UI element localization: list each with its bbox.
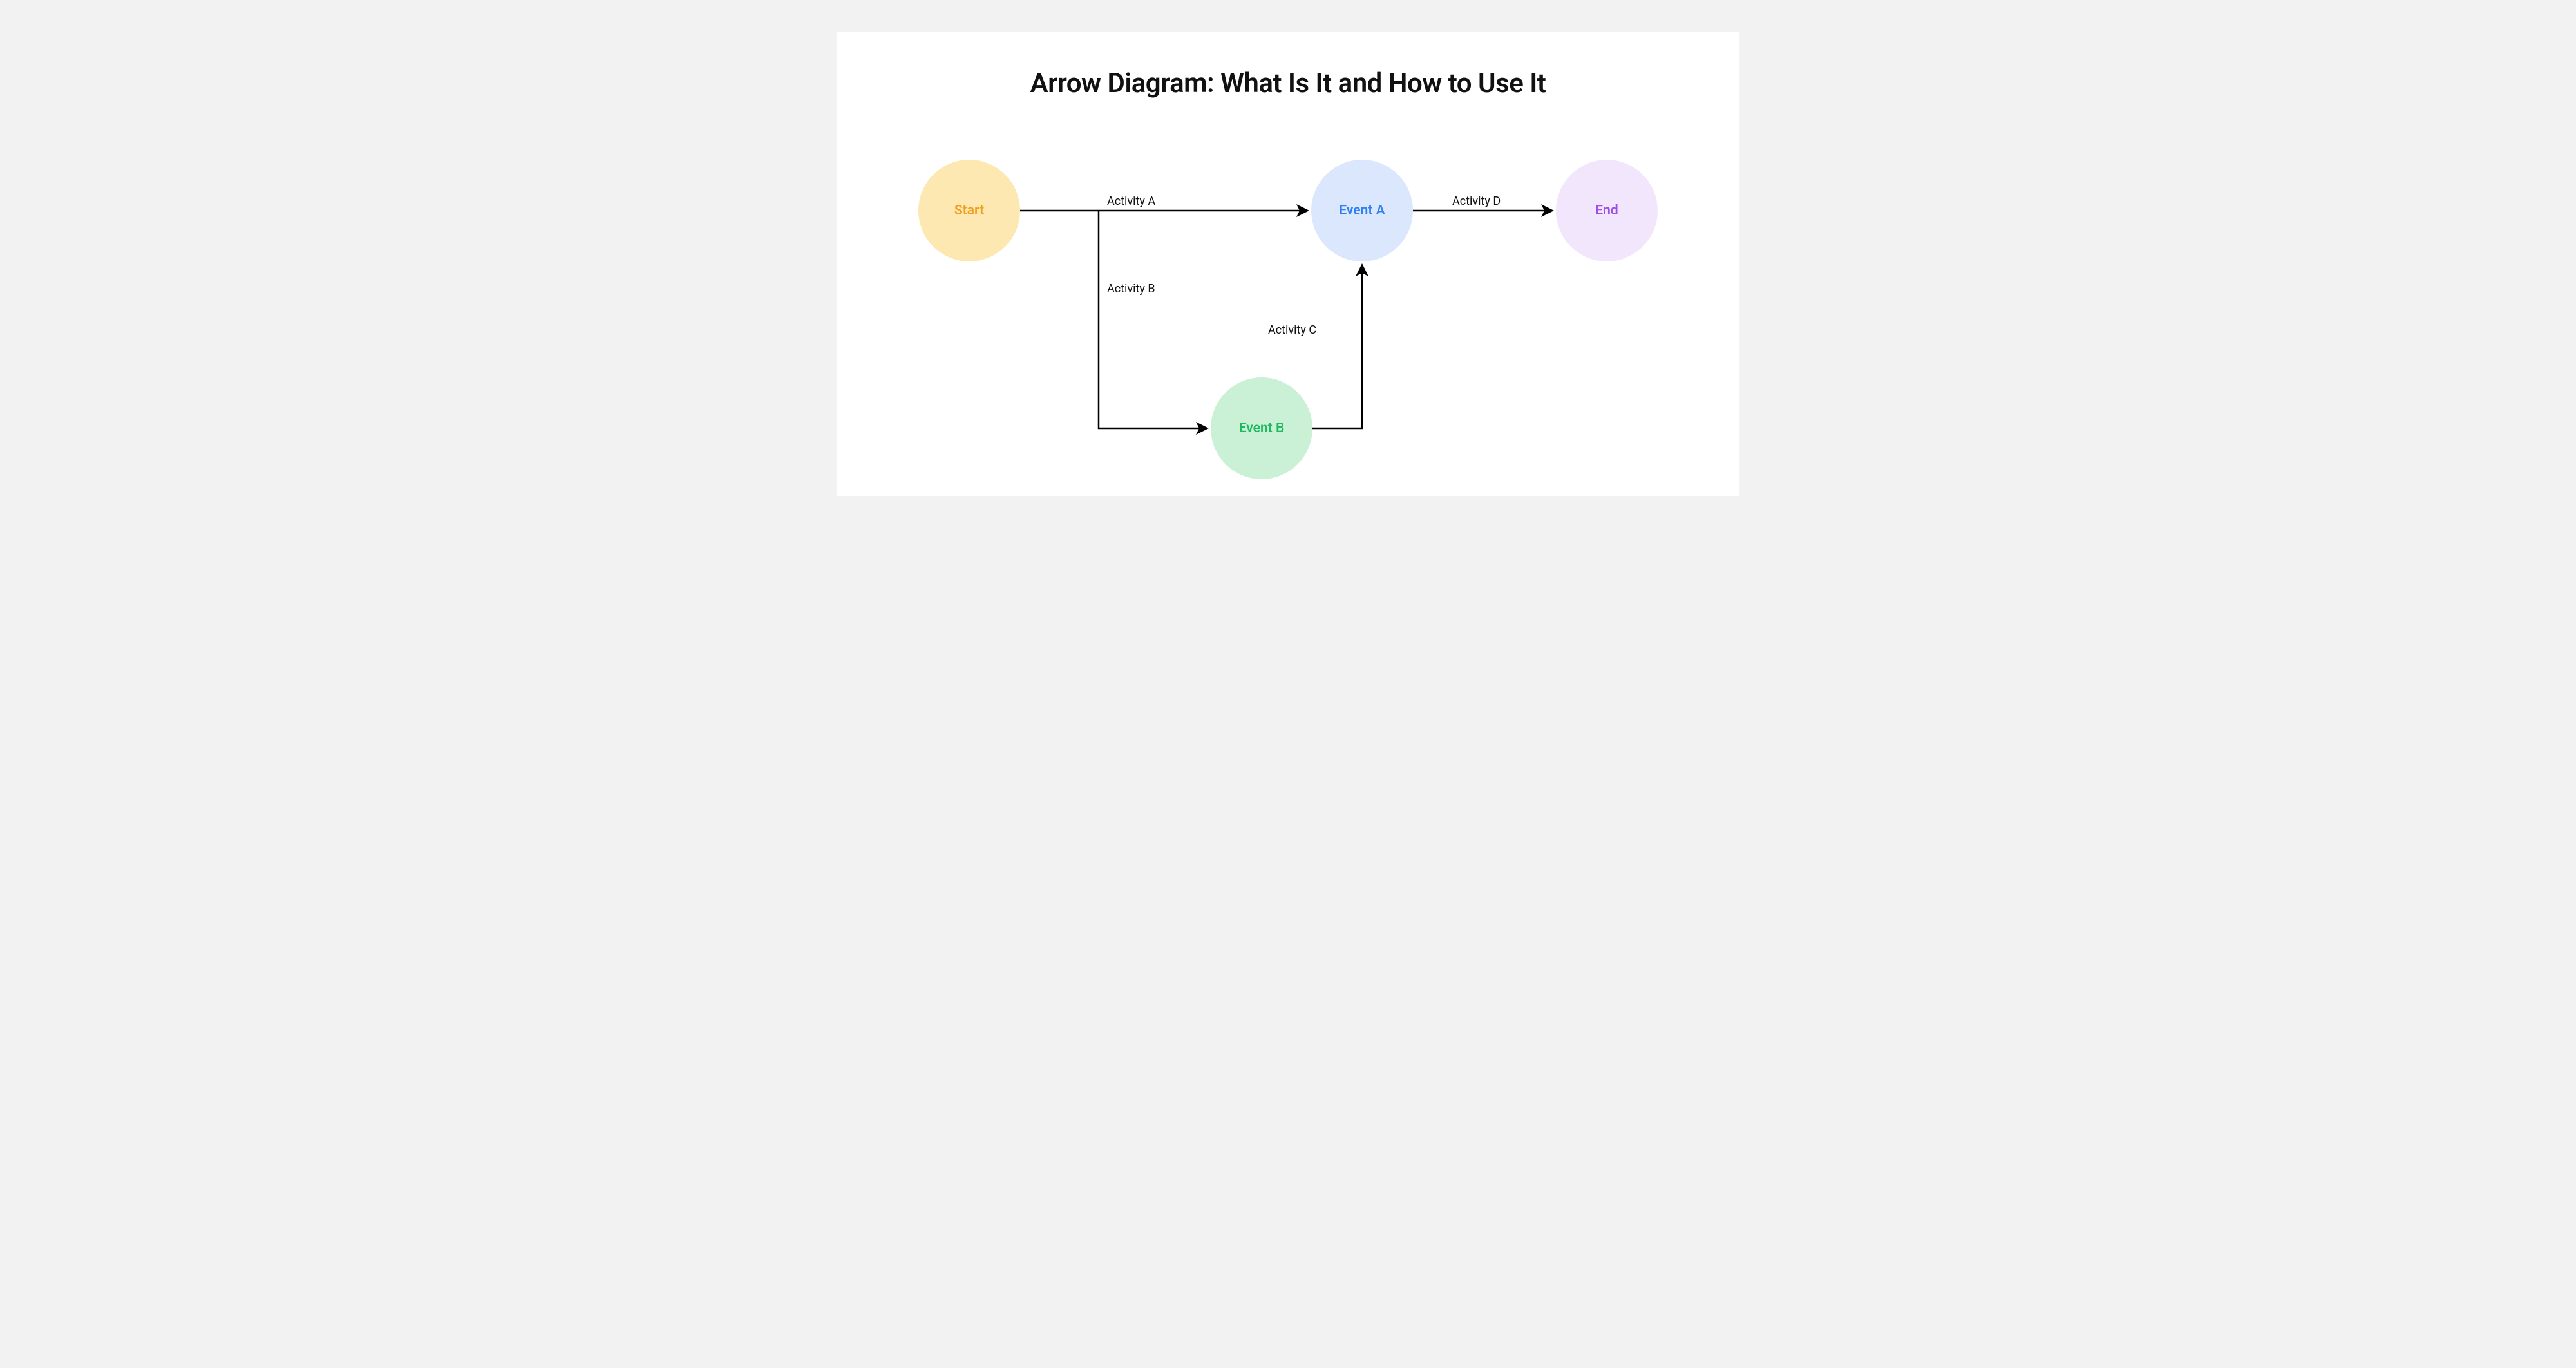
node-event-a-label: Event A	[1339, 203, 1385, 218]
node-end: End	[1556, 160, 1658, 261]
edge-label-activity-a: Activity A	[1107, 195, 1155, 208]
edge-label-activity-b: Activity B	[1107, 282, 1155, 296]
node-event-b: Event B	[1211, 377, 1312, 479]
node-end-label: End	[1595, 203, 1618, 218]
node-event-a: Event A	[1311, 160, 1413, 261]
edge-label-activity-d: Activity D	[1452, 195, 1501, 208]
edge-label-activity-c: Activity C	[1268, 323, 1316, 337]
arrow-activity-c	[1312, 267, 1362, 428]
diagram-canvas: Arrow Diagram: What Is It and How to Use…	[837, 32, 1739, 496]
node-start-label: Start	[954, 203, 984, 218]
diagram-title: Arrow Diagram: What Is It and How to Use…	[837, 68, 1739, 99]
node-start: Start	[918, 160, 1020, 261]
node-event-b-label: Event B	[1239, 421, 1285, 436]
arrow-activity-b	[1099, 211, 1206, 428]
